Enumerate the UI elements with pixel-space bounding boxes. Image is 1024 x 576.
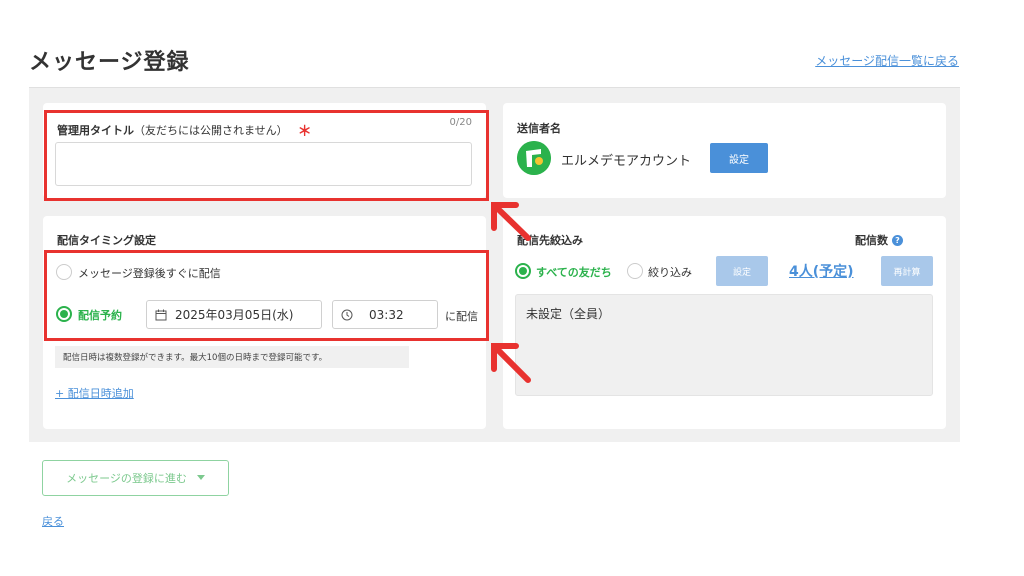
- title-field-label: 管理用タイトル（友だちには公開されません） ＊: [57, 119, 312, 140]
- back-to-list-link[interactable]: メッセージ配信一覧に戻る: [815, 52, 959, 69]
- count-label: 配信数?: [855, 232, 903, 248]
- target-summary: 未設定（全員）: [515, 294, 933, 396]
- add-datetime-link[interactable]: + 配信日時追加: [55, 385, 134, 401]
- time-picker[interactable]: 03:32: [332, 300, 438, 329]
- form-area: 管理用タイトル（友だちには公開されません） ＊ 0/20 送信者名 エルメデモアカ…: [29, 87, 960, 442]
- sender-name: エルメデモアカウント: [561, 154, 692, 169]
- delivery-count-value[interactable]: 4人(予定): [789, 261, 854, 281]
- title-label-text: 管理用タイトル: [57, 124, 134, 137]
- title-card: 管理用タイトル（友だちには公開されません） ＊ 0/20: [43, 103, 486, 198]
- radio-scheduled-label[interactable]: 配信予約: [78, 307, 122, 323]
- radio-all-friends-label[interactable]: すべての友だち: [536, 264, 612, 280]
- target-setting-button[interactable]: 設定: [716, 256, 768, 286]
- sender-avatar: [517, 141, 551, 175]
- schedule-note: 配信日時は複数登録ができます。最大10個の日時まで登録可能です。: [55, 346, 409, 368]
- sender-label: 送信者名: [517, 122, 561, 135]
- radio-filter[interactable]: [627, 263, 643, 279]
- title-input[interactable]: [55, 142, 472, 186]
- proceed-button-label: メッセージの登録に進む: [66, 472, 187, 485]
- clock-icon: [341, 309, 353, 320]
- sender-card: 送信者名 エルメデモアカウント 設定: [503, 103, 946, 198]
- time-value: 03:32: [369, 307, 404, 322]
- radio-scheduled[interactable]: [56, 306, 72, 322]
- timing-card: 配信タイミング設定 メッセージ登録後すぐに配信 配信予約 2025年03月05日…: [43, 216, 486, 429]
- caret-down-icon: [196, 475, 205, 480]
- timing-label: 配信タイミング設定: [57, 234, 156, 247]
- back-link[interactable]: 戻る: [42, 513, 64, 529]
- count-label-text: 配信数: [855, 234, 888, 247]
- date-picker[interactable]: 2025年03月05日(水): [146, 300, 322, 329]
- help-icon[interactable]: ?: [892, 235, 903, 246]
- recalc-button[interactable]: 再計算: [881, 256, 933, 286]
- sender-setting-button[interactable]: 設定: [710, 143, 768, 173]
- title-label-subtext: （友だちには公開されません）: [134, 124, 288, 137]
- radio-immediate-label[interactable]: メッセージ登録後すぐに配信: [78, 265, 221, 281]
- target-card: 配信先絞込み 配信数? すべての友だち 絞り込み 設定 4人(予定) 再計算 未…: [503, 216, 946, 429]
- radio-filter-label[interactable]: 絞り込み: [648, 264, 692, 280]
- proceed-button[interactable]: メッセージの登録に進む: [42, 460, 229, 496]
- required-mark: ＊: [297, 124, 312, 140]
- sender-logo-icon: [517, 141, 551, 175]
- radio-all-friends[interactable]: [515, 263, 531, 279]
- date-value: 2025年03月05日(水): [175, 308, 294, 322]
- radio-immediate[interactable]: [56, 264, 72, 280]
- calendar-icon: [155, 309, 167, 320]
- target-label: 配信先絞込み: [517, 234, 583, 247]
- title-char-counter: 0/20: [449, 117, 472, 128]
- schedule-suffix: に配信: [445, 310, 478, 323]
- page-title: メッセージ登録: [29, 50, 190, 75]
